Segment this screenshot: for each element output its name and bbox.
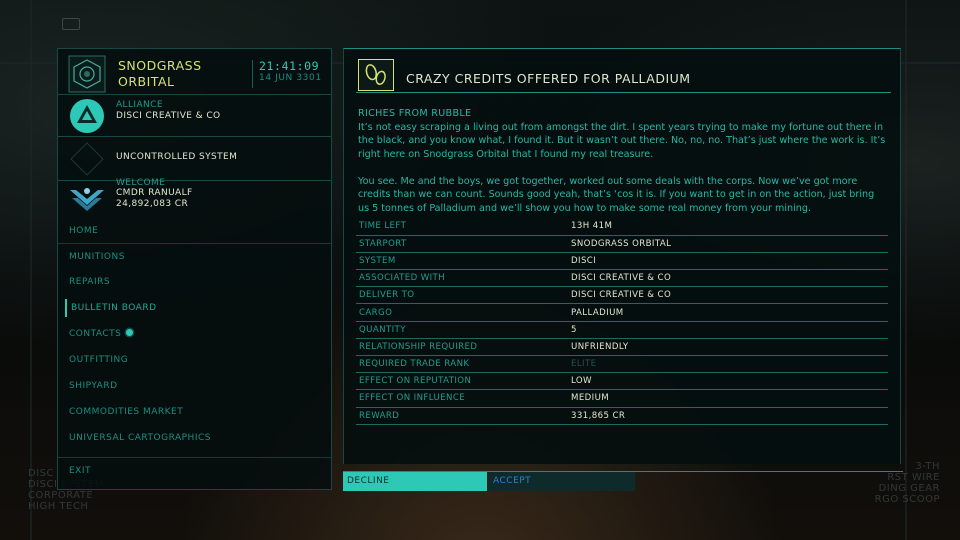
clock-time: 21:41:09 [259,59,320,73]
detail-key: STARPORT [356,235,568,253]
pilot-rank-icon [70,188,104,211]
detail-value: 5 [568,321,888,339]
detail-key: ASSOCIATED WITH [356,269,568,288]
faction-name: DISCI CREATIVE & CO [116,111,221,121]
mission-detail-panel: CRAZY CREDITS OFFERED FOR PALLADIUM RICH… [343,48,901,464]
mission-details-table: TIME LEFT 13H 41M STARPORT SNODGRASS ORBITA… [356,218,888,425]
mission-description-1: It’s not easy scraping a living out from… [358,122,886,160]
notification-gear-icon [126,329,134,336]
commander-name: CMDR RANUALF [116,188,193,198]
detail-row: STARPORT SNODGRASS ORBITAL [356,235,888,253]
decline-button[interactable]: DECLINE [343,472,487,491]
commander-credits: 24,892,083 CR [116,199,189,209]
detail-row: QUANTITY 5 [356,321,888,339]
background-beam [905,0,907,540]
station-header: SNODGRASS ORBITAL 21:41:09 14 JUN 3301 [58,49,331,95]
detail-value: SNODGRASS ORBITAL [568,235,888,253]
accept-button[interactable]: ACCEPT [489,472,635,491]
detail-key: TIME LEFT [356,218,568,236]
nav-shipyard[interactable]: SHIPYARD [65,377,118,395]
detail-key: QUANTITY [356,321,568,339]
mission-description-2: You see. Me and the boys, we got togethe… [358,176,875,214]
station-emblem-icon [68,55,106,93]
detail-value: ELITE [568,355,888,374]
nav-outfitting[interactable]: OUTFITTING [65,351,128,369]
detail-row: REWARD 331,865 CR [356,407,888,425]
detail-value: DISCI [568,252,888,271]
nav-commodities-market[interactable]: COMMODITIES MARKET [65,403,183,421]
nav-munitions[interactable]: MUNITIONS [65,248,125,266]
detail-row: CARGO PALLADIUM [356,303,888,322]
detail-value: MEDIUM [568,389,888,408]
detail-value: LOW [568,372,888,391]
detail-row: RELATIONSHIP REQUIRED UNFRIENDLY [356,338,888,357]
footprints-icon [358,59,394,91]
system-status: UNCONTROLLED SYSTEM [116,152,238,162]
detail-row: EFFECT ON INFLUENCE MEDIUM [356,389,888,408]
mission-subheading: RICHES FROM RUBBLE [358,108,472,119]
detail-key: EFFECT ON INFLUENCE [356,389,568,408]
alliance-icon [70,99,104,133]
nav-contacts-label: CONTACTS [69,329,122,339]
nav-repairs[interactable]: REPAIRS [65,273,110,291]
detail-row: SYSTEM DISCI [356,252,888,271]
detail-key: REWARD [356,407,568,425]
detail-key: SYSTEM [356,252,568,271]
detail-row: TIME LEFT 13H 41M [356,218,888,236]
clock-box: 21:41:09 14 JUN 3301 [252,60,328,88]
nav-universal-cartographics[interactable]: UNIVERSAL CARTOGRAPHICS [65,429,211,447]
unaligned-icon [70,142,104,176]
detail-row: DELIVER TO DISCI CREATIVE & CO [356,286,888,305]
mission-title-bar: CRAZY CREDITS OFFERED FOR PALLADIUM [356,57,891,93]
detail-value: 13H 41M [568,218,888,236]
detail-key: REQUIRED TRADE RANK [356,355,568,374]
nav-divider [58,457,331,458]
detail-key: CARGO [356,303,568,322]
nav-exit[interactable]: EXIT [65,462,91,480]
clock-date: 14 JUN 3301 [259,73,322,83]
detail-value: UNFRIENDLY [568,338,888,357]
detail-key: RELATIONSHIP REQUIRED [356,338,568,357]
detail-value: DISCI CREATIVE & CO [568,269,888,288]
detail-row: EFFECT ON REPUTATION LOW [356,372,888,391]
mission-action-bar: DECLINE ACCEPT [343,471,903,491]
detail-value: 331,865 CR [568,407,888,425]
nav-contacts[interactable]: CONTACTS [65,325,134,343]
system-status-row: UNCONTROLLED SYSTEM [58,137,331,181]
detail-value: PALLADIUM [568,303,888,322]
detail-value: DISCI CREATIVE & CO [568,286,888,305]
mission-title: CRAZY CREDITS OFFERED FOR PALLADIUM [406,71,691,86]
commander-row: WELCOME CMDR RANUALF 24,892,083 CR [58,178,331,217]
station-services-panel: SNODGRASS ORBITAL 21:41:09 14 JUN 3301 A… [57,48,332,490]
detail-key: EFFECT ON REPUTATION [356,372,568,391]
welcome-label: WELCOME [116,178,166,188]
background-beam [30,0,32,540]
nav-home[interactable]: HOME [65,222,98,240]
detail-row: REQUIRED TRADE RANK ELITE [356,355,888,374]
faction-row: ALLIANCE DISCI CREATIVE & CO [58,95,331,137]
nav-bulletin-board[interactable]: BULLETIN BOARD [65,299,157,317]
nav-divider [58,243,331,244]
faction-label: ALLIANCE [116,100,163,110]
station-name: SNODGRASS ORBITAL [118,58,202,89]
detail-row: ASSOCIATED WITH DISCI CREATIVE & CO [356,269,888,288]
detail-key: DELIVER TO [356,286,568,305]
camera-icon [62,18,80,30]
